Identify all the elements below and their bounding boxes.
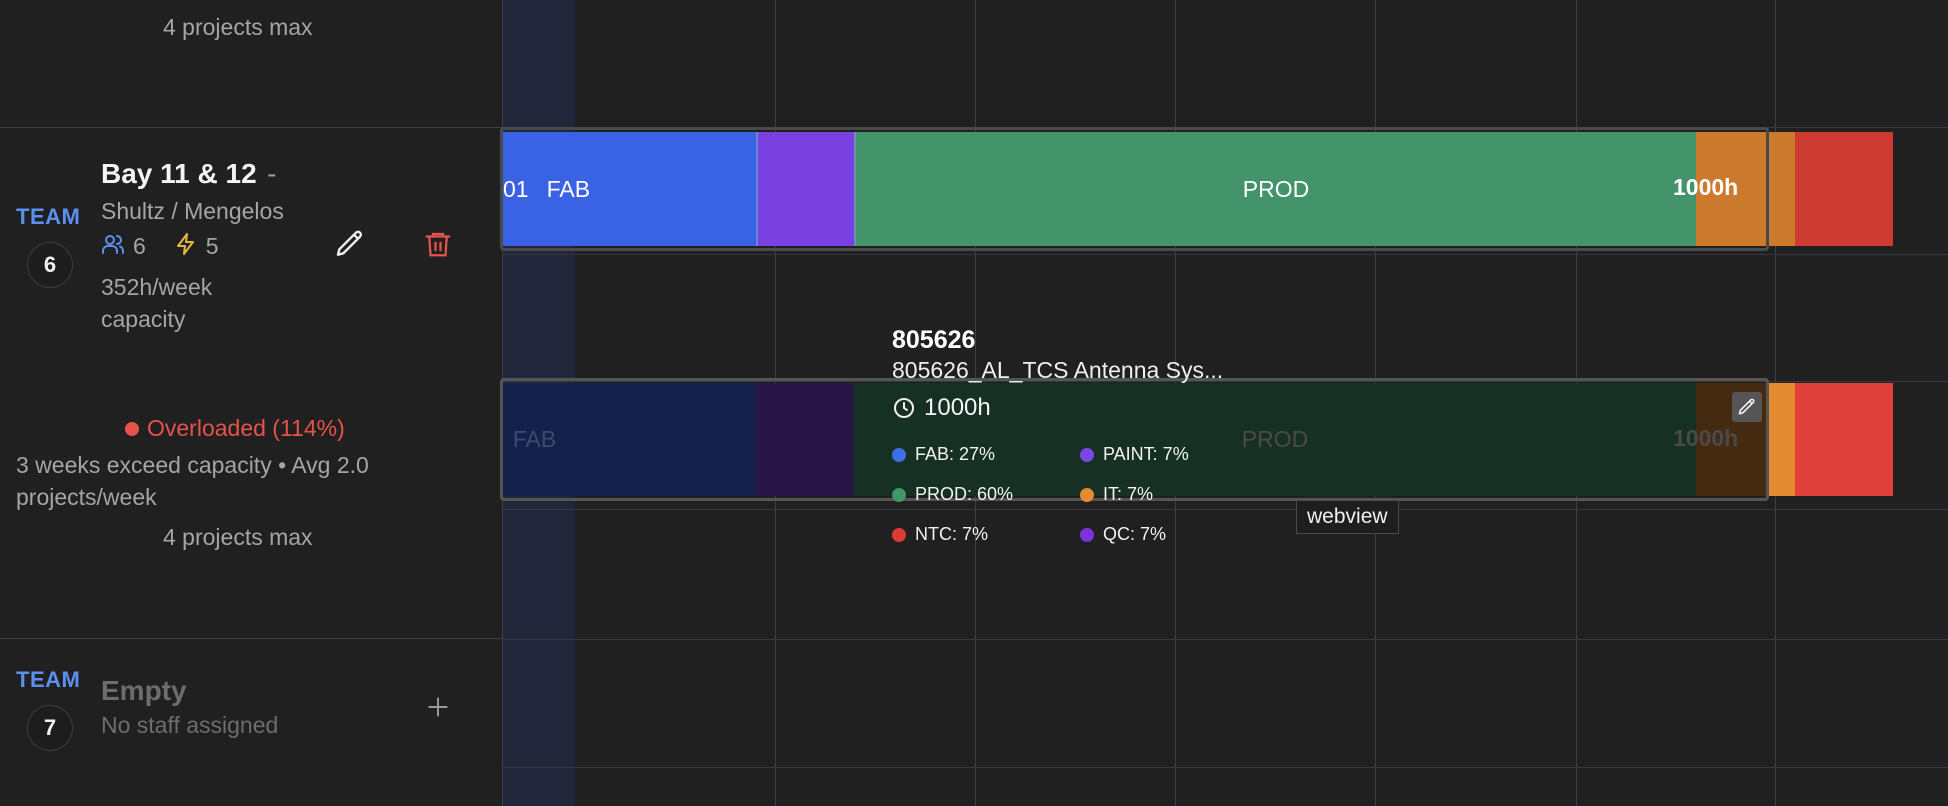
row-gridline [502, 254, 1948, 255]
legend-label: FAB: 27% [915, 444, 996, 464]
tooltip-project-title: 805626_AL_TCS Antenna Sys... [892, 357, 1224, 383]
edit-bar-button[interactable] [1732, 392, 1762, 422]
clock-icon [894, 398, 914, 418]
phase-ntc [1795, 383, 1893, 496]
legend-dot [1080, 448, 1094, 463]
project-bar[interactable]: 01 FAB PROD 1000h [500, 127, 1893, 251]
trash-icon [425, 232, 451, 257]
users-icon [101, 232, 125, 261]
legend-dot [1080, 528, 1094, 543]
legend-dot [892, 528, 906, 543]
team-name-suffix: - [267, 158, 277, 189]
projects-max-label: 4 projects max [163, 14, 313, 40]
pencil-icon [1738, 398, 1755, 415]
projects-max-label: 4 projects max [163, 524, 313, 550]
team-number-badge: 6 [27, 242, 73, 288]
team-subtitle: No staff assigned [101, 712, 279, 738]
tooltip-hours: 1000h [924, 394, 991, 421]
capacity-line-2: capacity [101, 306, 186, 332]
delete-team-button[interactable] [418, 224, 458, 264]
legend-label: IT: 7% [1103, 484, 1154, 504]
edit-team-button[interactable] [330, 224, 370, 264]
add-staff-button[interactable] [418, 687, 458, 727]
webview-tooltip: webview [1296, 500, 1399, 534]
team-row-7[interactable]: TEAM 7 Empty No staff assigned [0, 639, 502, 806]
legend-label: NTC: 7% [915, 524, 989, 544]
plus-icon [428, 697, 448, 717]
row-gridline [502, 767, 1948, 768]
team-stats: 6 5 [101, 232, 219, 261]
legend-item-it: IT: 7% [1080, 484, 1153, 505]
row-gridline [502, 639, 1948, 640]
team-name: Empty [101, 675, 187, 706]
legend-dot [1080, 488, 1094, 503]
capacity-detail-line-1: 3 weeks exceed capacity • Avg 2.0 [16, 452, 369, 478]
row-gridline [502, 509, 1948, 510]
capacity-detail-line-2: projects/week [16, 484, 157, 510]
legend-label: QC: 7% [1103, 524, 1167, 544]
staff-count: 6 [133, 233, 146, 259]
project-tooltip: 805626 805626_AL_TCS Antenna Sys... 1000… [892, 326, 1352, 422]
legend-item-ntc: NTC: 7% [892, 524, 988, 545]
tooltip-project-id: 805626 [892, 326, 976, 354]
legend-label: PAINT: 7% [1103, 444, 1189, 464]
legend-item-fab: FAB: 27% [892, 444, 995, 465]
legend-item-qc: QC: 7% [1080, 524, 1166, 545]
phase-it [1768, 383, 1795, 496]
team-name: Bay 11 & 12 - [101, 158, 276, 190]
status-badge: Overloaded (114%) [125, 415, 345, 442]
team-label: TEAM [16, 667, 81, 692]
legend-label: PROD: 60% [915, 484, 1014, 504]
phase-ntc [1795, 132, 1893, 246]
team-number-badge: 7 [27, 705, 73, 751]
legend-item-prod: PROD: 60% [892, 484, 1013, 505]
legend-item-paint: PAINT: 7% [1080, 444, 1189, 465]
legend-dot [892, 448, 906, 463]
team-label: TEAM [16, 204, 81, 229]
bar-selection-frame [500, 127, 1769, 251]
capacity-line-1: 352h/week [101, 274, 213, 300]
energy-count: 5 [205, 233, 219, 259]
pencil-icon [336, 230, 363, 256]
tooltip-hours-row: 1000h [892, 394, 1352, 422]
legend-dot [892, 488, 906, 503]
team-row-6[interactable]: TEAM 6 Bay 11 & 12 - Shultz / Mengelos 6… [0, 128, 502, 638]
team-leads: Shultz / Mengelos [101, 198, 284, 224]
status-dot [125, 421, 139, 436]
status-text: Overloaded (114%) [147, 415, 345, 441]
team-name-text: Bay 11 & 12 [101, 158, 257, 189]
lightning-icon [174, 232, 198, 261]
